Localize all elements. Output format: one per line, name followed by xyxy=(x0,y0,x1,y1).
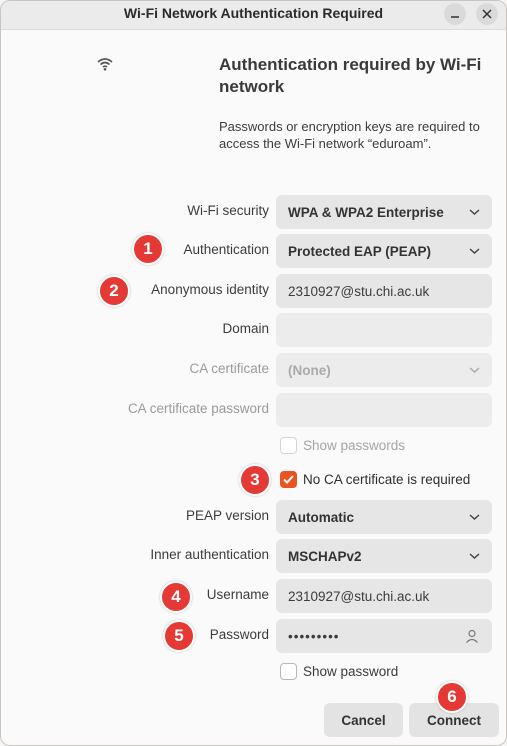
no-ca-required-checkbox[interactable] xyxy=(280,471,297,488)
anonymous-identity-label: Anonymous identity xyxy=(151,282,269,297)
wifi-security-label: Wi-Fi security xyxy=(187,203,269,218)
show-passwords-row[interactable]: Show passwords xyxy=(280,437,405,454)
ca-certificate-password-label: CA certificate password xyxy=(127,401,269,416)
cancel-button[interactable]: Cancel xyxy=(324,703,403,737)
checkmark-icon xyxy=(283,475,294,484)
chevron-down-icon xyxy=(469,514,480,521)
dialog-heading: Authentication required by Wi-Fi network xyxy=(219,55,482,96)
title-bar: Wi-Fi Network Authentication Required xyxy=(1,1,506,30)
username-label: Username xyxy=(206,587,269,602)
annotation-badge: 1 xyxy=(132,233,164,265)
chevron-down-icon xyxy=(469,248,480,255)
peap-version-label: PEAP version xyxy=(185,508,269,523)
show-passwords-label: Show passwords xyxy=(303,438,406,453)
inner-auth-dropdown[interactable]: MSCHAPv2 xyxy=(276,539,492,573)
wifi-icon xyxy=(97,58,113,71)
inner-auth-label: Inner authentication xyxy=(150,547,269,562)
annotation-badge: 3 xyxy=(239,464,271,496)
show-password-label: Show password xyxy=(303,664,399,679)
show-password-row[interactable]: Show password xyxy=(280,663,398,680)
annotation-badge: 6 xyxy=(436,681,468,713)
wifi-security-dropdown[interactable]: WPA & WPA2 Enterprise xyxy=(276,195,492,229)
ca-certificate-value: (None) xyxy=(288,362,331,378)
ca-certificate-label: CA certificate xyxy=(189,361,269,376)
show-passwords-checkbox[interactable] xyxy=(280,437,297,454)
annotation-badge: 2 xyxy=(98,275,130,307)
minimize-icon xyxy=(451,16,459,18)
inner-auth-value: MSCHAPv2 xyxy=(288,548,362,564)
no-ca-required-label: No CA certificate is required xyxy=(303,472,471,487)
close-button[interactable] xyxy=(476,3,498,25)
chevron-down-icon xyxy=(469,553,480,560)
close-icon xyxy=(482,9,492,19)
username-input[interactable]: 2310927@stu.chi.ac.uk xyxy=(276,579,492,613)
authentication-label: Authentication xyxy=(183,242,269,257)
ca-certificate-dropdown[interactable]: (None) xyxy=(276,353,492,387)
dialog-description: Passwords or encryption keys are require… xyxy=(219,119,480,151)
minimize-button[interactable] xyxy=(444,3,466,25)
show-password-checkbox[interactable] xyxy=(280,663,297,680)
chevron-down-icon xyxy=(469,367,480,374)
anonymous-identity-input[interactable]: 2310927@stu.chi.ac.uk xyxy=(276,274,492,308)
annotation-badge: 4 xyxy=(160,581,192,613)
authentication-value: Protected EAP (PEAP) xyxy=(288,243,432,259)
domain-label: Domain xyxy=(222,321,269,336)
annotation-badge: 5 xyxy=(163,620,195,652)
peap-version-value: Automatic xyxy=(288,509,355,525)
authentication-dropdown[interactable]: Protected EAP (PEAP) xyxy=(276,234,492,268)
user-icon[interactable] xyxy=(464,628,480,644)
password-input[interactable]: ••••••••• xyxy=(276,619,492,653)
peap-version-dropdown[interactable]: Automatic xyxy=(276,500,492,534)
chevron-down-icon xyxy=(469,209,480,216)
domain-input[interactable] xyxy=(276,313,492,347)
wifi-security-value: WPA & WPA2 Enterprise xyxy=(288,204,444,220)
ca-certificate-password-input[interactable] xyxy=(276,393,492,427)
no-ca-required-row[interactable]: No CA certificate is required xyxy=(280,471,470,488)
password-value: ••••••••• xyxy=(288,628,340,644)
password-label: Password xyxy=(209,627,269,642)
auth-dialog: Wi-Fi Network Authentication Required Au… xyxy=(0,0,507,746)
window-title: Wi-Fi Network Authentication Required xyxy=(123,5,384,21)
